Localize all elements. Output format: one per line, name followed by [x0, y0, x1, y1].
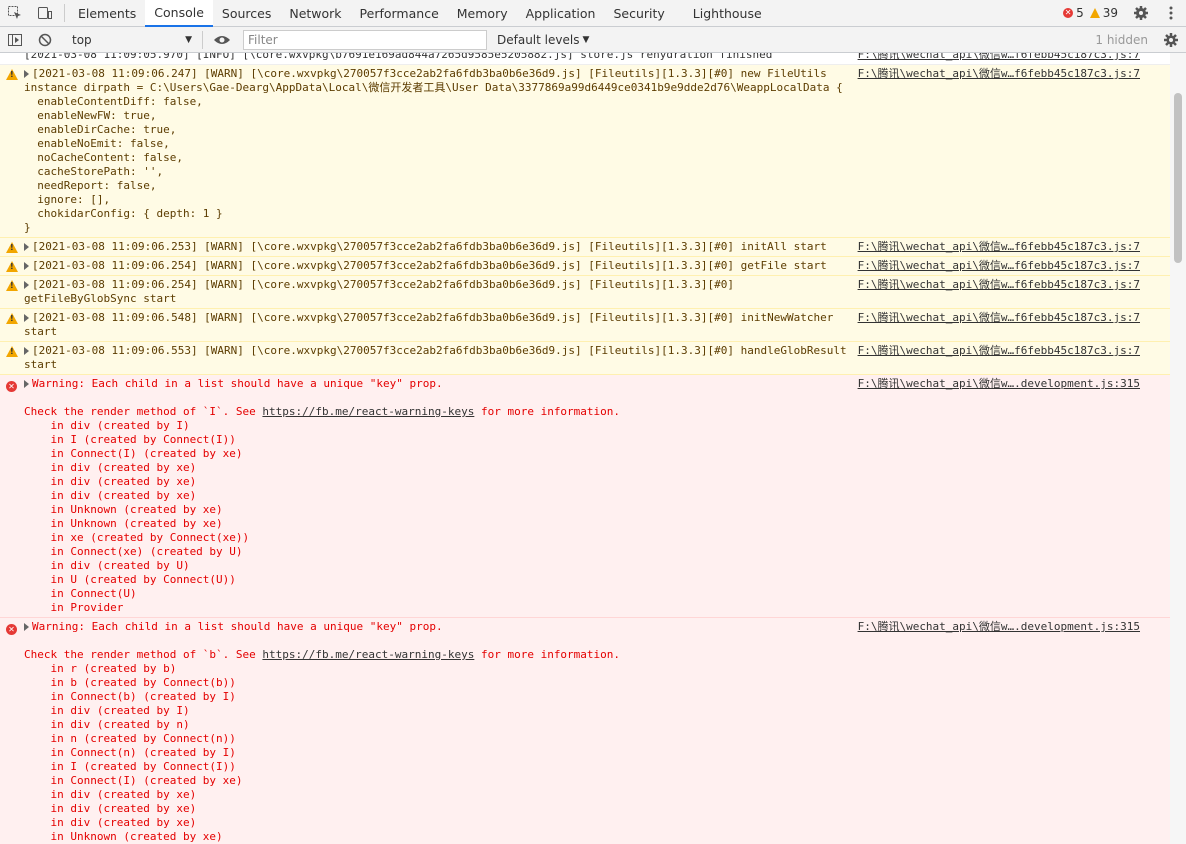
console-message-warn[interactable]: [2021-03-08 11:09:06.253] [WARN] [\core.…	[0, 238, 1170, 257]
chevron-down-icon: ▼	[582, 34, 590, 45]
error-count-badge[interactable]: ✕ 5 39	[1063, 6, 1118, 20]
message-text: [2021-03-08 11:09:05.970] [INFO] [\core.…	[24, 53, 773, 61]
message-text: [2021-03-08 11:09:06.247] [WARN] [\core.…	[24, 67, 843, 234]
inspect-element-icon[interactable]	[0, 0, 30, 27]
tab-network[interactable]: Network	[280, 0, 350, 27]
message-text: [2021-03-08 11:09:06.254] [WARN] [\core.…	[32, 259, 827, 272]
settings-gear-icon[interactable]	[1126, 0, 1156, 27]
tab-security[interactable]: Security	[604, 0, 673, 27]
expand-triangle-icon[interactable]	[24, 262, 29, 270]
message-text: [2021-03-08 11:09:06.253] [WARN] [\core.…	[32, 240, 827, 253]
tab-console[interactable]: Console	[145, 0, 213, 27]
error-icon: ✕	[6, 379, 18, 392]
context-selector[interactable]: top ▼	[66, 30, 198, 50]
console-toolbar: top ▼ Default levels ▼ 1 hidden	[0, 27, 1186, 53]
device-toolbar-icon[interactable]	[30, 0, 60, 27]
tab-sources[interactable]: Sources	[213, 0, 280, 27]
console-message-warn[interactable]: [2021-03-08 11:09:06.254] [WARN] [\core.…	[0, 257, 1170, 276]
source-link[interactable]: F:\腾讯\wechat_api\微信w…f6febb45c187c3.js:7	[858, 67, 1140, 81]
expand-triangle-icon[interactable]	[24, 281, 29, 289]
error-icon: ✕	[6, 622, 18, 635]
message-text: Warning: Each child in a list should hav…	[24, 620, 621, 843]
expand-triangle-icon[interactable]	[24, 347, 29, 355]
source-link[interactable]: F:\腾讯\wechat_api\微信w….development.js:315	[858, 377, 1140, 391]
expand-triangle-icon[interactable]	[24, 314, 29, 322]
live-expression-eye-icon[interactable]	[207, 26, 237, 53]
warning-icon	[6, 280, 18, 292]
source-link[interactable]: F:\腾讯\wechat_api\微信w…f6febb45c187c3.js:7	[858, 344, 1140, 358]
console-message-warn[interactable]: [2021-03-08 11:09:06.553] [WARN] [\core.…	[0, 342, 1170, 375]
show-sidebar-icon[interactable]	[0, 26, 30, 53]
console-scrollbar[interactable]	[1170, 53, 1186, 844]
expand-triangle-icon[interactable]	[24, 380, 29, 388]
warning-icon	[6, 346, 18, 358]
source-link[interactable]: F:\腾讯\wechat_api\微信w…f6febb45c187c3.js:7	[858, 259, 1140, 273]
log-levels-dropdown[interactable]: Default levels ▼	[497, 33, 589, 47]
tab-memory[interactable]: Memory	[448, 0, 517, 27]
source-link[interactable]: F:\腾讯\wechat_api\微信w…f6febb45c187c3.js:7	[858, 278, 1140, 292]
toolbar-divider	[64, 4, 65, 22]
source-link[interactable]: F:\腾讯\wechat_api\微信w…f6febb45c187c3.js:7	[858, 311, 1140, 325]
console-message-error[interactable]: ✕ Warning: Each child in a list should ha…	[0, 375, 1170, 618]
error-count: 5	[1076, 6, 1084, 20]
source-link[interactable]: F:\腾讯\wechat_api\微信w…f6febb45c187c3.js:7	[858, 53, 1140, 62]
tab-elements[interactable]: Elements	[69, 0, 145, 27]
error-icon: ✕	[1063, 8, 1074, 18]
message-text: [2021-03-08 11:09:06.548] [WARN] [\core.…	[24, 311, 834, 338]
expand-triangle-icon[interactable]	[24, 623, 29, 631]
more-options-icon[interactable]	[1156, 0, 1186, 27]
source-link[interactable]: F:\腾讯\wechat_api\微信w…f6febb45c187c3.js:7	[858, 240, 1140, 254]
react-warning-keys-link[interactable]: https://fb.me/react-warning-keys	[262, 648, 474, 661]
warning-icon	[6, 261, 18, 273]
expand-triangle-icon[interactable]	[24, 243, 29, 251]
console-settings-gear-icon[interactable]	[1156, 26, 1186, 53]
console-message-error[interactable]: ✕ Warning: Each child in a list should ha…	[0, 618, 1170, 844]
console-messages: [2021-03-08 11:09:05.970] [INFO] [\core.…	[0, 53, 1170, 844]
console-message-info[interactable]: [2021-03-08 11:09:05.970] [INFO] [\core.…	[0, 53, 1170, 65]
source-link[interactable]: F:\腾讯\wechat_api\微信w….development.js:315	[858, 620, 1140, 634]
toolbar-divider	[202, 30, 203, 49]
warning-icon	[1089, 8, 1100, 18]
message-text: [2021-03-08 11:09:06.254] [WARN] [\core.…	[24, 278, 734, 305]
console-message-warn[interactable]: [2021-03-08 11:09:06.254] [WARN] [\core.…	[0, 276, 1170, 309]
react-warning-keys-link[interactable]: https://fb.me/react-warning-keys	[262, 405, 474, 418]
devtools-tabbar: Elements Console Sources Network Performance…	[0, 0, 1186, 27]
tab-performance[interactable]: Performance	[351, 0, 448, 27]
filter-input[interactable]	[243, 29, 487, 50]
warning-icon	[6, 69, 18, 81]
console-message-warn[interactable]: [2021-03-08 11:09:06.548] [WARN] [\core.…	[0, 309, 1170, 342]
expand-triangle-icon[interactable]	[24, 70, 29, 78]
message-text: Warning: Each child in a list should hav…	[24, 377, 621, 614]
tab-application[interactable]: Application	[517, 0, 605, 27]
scrollbar-thumb[interactable]	[1174, 93, 1182, 263]
chevron-down-icon: ▼	[185, 34, 192, 45]
context-value: top	[72, 32, 92, 47]
hidden-messages-count: 1 hidden	[1095, 32, 1148, 47]
tab-lighthouse[interactable]: Lighthouse	[684, 0, 771, 27]
warning-count: 39	[1102, 6, 1118, 20]
warning-icon	[6, 313, 18, 325]
log-levels-label: Default levels	[497, 32, 580, 47]
console-message-warn[interactable]: [2021-03-08 11:09:06.247] [WARN] [\core.…	[0, 65, 1170, 238]
warning-icon	[6, 242, 18, 254]
clear-console-icon[interactable]	[30, 26, 60, 53]
message-text: [2021-03-08 11:09:06.553] [WARN] [\core.…	[24, 344, 847, 371]
